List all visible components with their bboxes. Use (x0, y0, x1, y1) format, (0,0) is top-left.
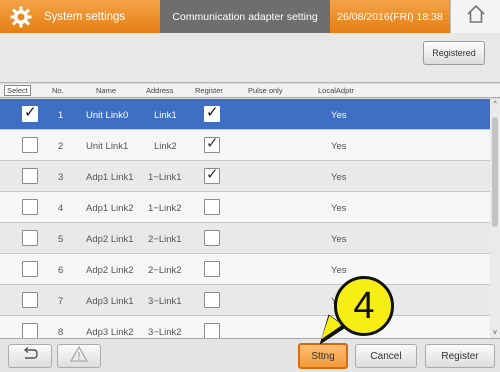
table-row[interactable]: ✓ 1 Unit Link0 Link1 ✓ Yes (0, 99, 490, 130)
scroll-thumb[interactable] (492, 117, 498, 227)
select-checkbox[interactable]: ✓ (22, 104, 38, 122)
register-checkbox[interactable] (204, 230, 220, 246)
select-checkbox[interactable] (22, 292, 38, 308)
row-address: 3−Link2 (148, 327, 182, 338)
title-bar: System settings Communication adapter se… (0, 0, 500, 33)
column-local-adptr: LocalAdptr (318, 86, 354, 95)
register-checkbox[interactable]: ✓ (204, 135, 220, 153)
row-no: 7 (58, 296, 64, 307)
table-scrollbar[interactable]: ^ v (490, 99, 500, 338)
register-checkbox[interactable] (204, 261, 220, 277)
row-no: 5 (58, 234, 64, 245)
table-row[interactable]: 8 Adp3 Link2 3−Link2 (0, 316, 490, 338)
row-no: 8 (58, 327, 64, 338)
row-no: 2 (58, 141, 64, 152)
scroll-down-icon[interactable]: v (490, 329, 500, 336)
row-address: 1−Link1 (148, 172, 182, 183)
select-checkbox[interactable] (22, 199, 38, 215)
row-local-adptr: Yes (331, 110, 347, 121)
registered-button[interactable]: Registered (423, 41, 485, 65)
row-local-adptr: Yes (331, 172, 347, 183)
row-name: Unit Link1 (86, 141, 129, 152)
home-button[interactable] (450, 0, 500, 33)
system-settings-header: System settings (0, 0, 160, 33)
row-no: 6 (58, 265, 64, 276)
register-checkbox[interactable] (204, 199, 220, 215)
table-header: Select No. Name Address Register Pulse o… (0, 84, 500, 98)
back-button[interactable] (8, 344, 52, 368)
row-local-adptr: Yes (331, 265, 347, 276)
register-button[interactable]: Register (425, 344, 495, 368)
column-pulse-only: Pulse only (248, 86, 283, 95)
step-callout: 4 (334, 276, 394, 336)
header-title: System settings (44, 10, 126, 23)
column-no: No. (52, 86, 64, 95)
row-address: Link2 (154, 141, 177, 152)
row-name: Adp1 Link1 (86, 172, 134, 183)
table-row[interactable]: 4 Adp1 Link2 1−Link2 Yes (0, 192, 490, 223)
register-checkbox[interactable]: ✓ (204, 166, 220, 184)
select-checkbox[interactable] (22, 323, 38, 338)
column-register: Register (195, 86, 223, 95)
row-address: 1−Link2 (148, 203, 182, 214)
row-name: Adp3 Link1 (86, 296, 134, 307)
table-row[interactable]: 5 Adp2 Link1 2−Link1 Yes (0, 223, 490, 254)
select-checkbox[interactable] (22, 230, 38, 246)
row-local-adptr: Yes (331, 234, 347, 245)
row-address: 2−Link1 (148, 234, 182, 245)
datetime: 26/08/2016(FRI) 18:38 (330, 0, 450, 33)
row-address: 3−Link1 (148, 296, 182, 307)
row-name: Adp2 Link1 (86, 234, 134, 245)
row-no: 1 (58, 110, 64, 121)
warning-button[interactable] (57, 344, 101, 368)
column-select[interactable]: Select (4, 85, 31, 96)
tab-communication-adapter-setting: Communication adapter setting (160, 0, 330, 33)
column-address: Address (146, 86, 174, 95)
row-local-adptr: Yes (331, 141, 347, 152)
table-row[interactable]: 3 Adp1 Link1 1−Link1 ✓ Yes (0, 161, 490, 192)
scroll-up-icon[interactable]: ^ (490, 101, 500, 108)
table-row[interactable]: 2 Unit Link1 Link2 ✓ Yes (0, 130, 490, 161)
register-checkbox[interactable]: ✓ (204, 104, 220, 122)
select-checkbox[interactable] (22, 168, 38, 184)
adapter-table: ✓ 1 Unit Link0 Link1 ✓ Yes 2 Unit Link1 … (0, 99, 490, 338)
table-row[interactable]: 6 Adp2 Link2 2−Link2 Yes (0, 254, 490, 285)
row-no: 3 (58, 172, 64, 183)
register-checkbox[interactable] (204, 292, 220, 308)
row-local-adptr: Yes (331, 203, 347, 214)
bottom-bar: Sttng Cancel Register (0, 338, 500, 372)
back-arrow-icon (21, 346, 39, 366)
gear-icon (10, 6, 32, 28)
register-checkbox[interactable] (204, 323, 220, 338)
cancel-button[interactable]: Cancel (355, 344, 417, 368)
table-row[interactable]: 7 Adp3 Link1 3−Link1 Yes (0, 285, 490, 316)
row-name: Adp1 Link2 (86, 203, 134, 214)
row-address: Link1 (154, 110, 177, 121)
column-name: Name (96, 86, 117, 95)
select-checkbox[interactable] (22, 137, 38, 153)
warning-icon (69, 345, 89, 367)
select-checkbox[interactable] (22, 261, 38, 277)
toolbar: Registered (0, 33, 500, 83)
row-name: Adp3 Link2 (86, 327, 134, 338)
row-name: Unit Link0 (86, 110, 129, 121)
home-icon (466, 4, 486, 29)
row-name: Adp2 Link2 (86, 265, 134, 276)
row-address: 2−Link2 (148, 265, 182, 276)
row-no: 4 (58, 203, 64, 214)
